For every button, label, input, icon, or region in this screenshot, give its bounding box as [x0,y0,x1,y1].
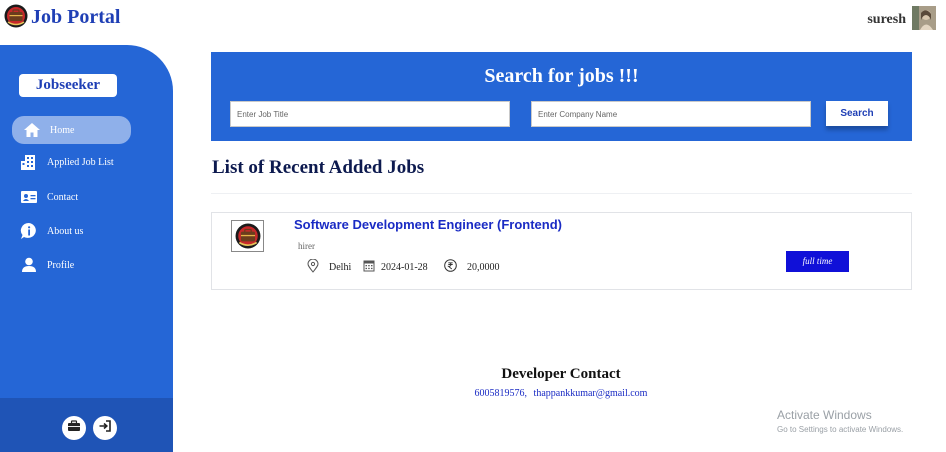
briefcase-button[interactable] [62,416,86,440]
job-location: Delhi [307,258,352,276]
developer-email[interactable]: thappankkumar@gmail.com [534,388,648,399]
user-icon [19,255,39,275]
sidebar-item-contact[interactable]: Contact [0,183,173,211]
logout-button[interactable] [93,416,117,440]
avatar[interactable] [912,6,936,30]
briefcase-icon [67,419,81,438]
sidebar-item-label: Contact [47,191,79,203]
sidebar-item-label: Applied Job List [47,156,114,168]
job-portal-logo-icon[interactable] [4,4,28,28]
sidebar-item-label: About us [47,225,84,237]
job-salary-text: 20,0000 [467,261,500,273]
calendar-icon [363,259,381,275]
job-title-search-input[interactable] [230,101,510,127]
sidebar-item-label: Profile [47,259,75,271]
contact-card-icon [19,187,39,207]
search-panel: Search for jobs !!! Search [211,52,912,141]
search-button[interactable]: Search [826,101,888,126]
home-icon [22,120,42,140]
job-location-text: Delhi [329,262,352,273]
divider [211,193,912,194]
logout-icon [98,419,112,438]
job-salary: 20,0000 [444,259,500,275]
company-name-search-input[interactable] [531,101,811,127]
sidebar-item-home[interactable]: Home [12,116,131,144]
developer-contact-heading: Developer Contact [501,366,621,382]
sidebar-item-applied-jobs[interactable]: Applied Job List [0,148,173,176]
sidebar-item-profile[interactable]: Profile [0,251,173,279]
sidebar-footer [0,398,173,452]
info-icon [19,221,39,241]
job-title-link[interactable]: Software Development Engineer (Frontend) [294,217,562,232]
windows-activation-watermark-title: Activate Windows [777,408,872,422]
top-bar: Job Portal suresh [0,0,946,38]
job-type-badge: full time [786,251,849,272]
location-pin-icon [307,258,325,276]
developer-phone[interactable]: 6005819576, [475,388,528,399]
search-title: Search for jobs !!! [484,65,639,87]
rupee-icon [444,259,463,275]
sidebar-item-label: Home [50,124,75,136]
user-name[interactable]: suresh [867,12,906,28]
building-icon [19,152,39,172]
recent-jobs-heading: List of Recent Added Jobs [212,157,425,178]
developer-contact-line: 6005819576, thappankkumar@gmail.com [0,388,946,399]
job-card[interactable]: Software Development Engineer (Frontend)… [211,212,912,290]
role-badge[interactable]: Jobseeker [19,74,117,97]
job-company: hirer [298,241,315,251]
brand-title[interactable]: Job Portal [31,6,120,29]
company-logo [231,220,264,252]
job-date-text: 2024-01-28 [381,261,428,273]
job-date: 2024-01-28 [363,259,428,275]
windows-activation-watermark-subtitle: Go to Settings to activate Windows. [777,425,904,434]
sidebar-item-about[interactable]: About us [0,217,173,245]
